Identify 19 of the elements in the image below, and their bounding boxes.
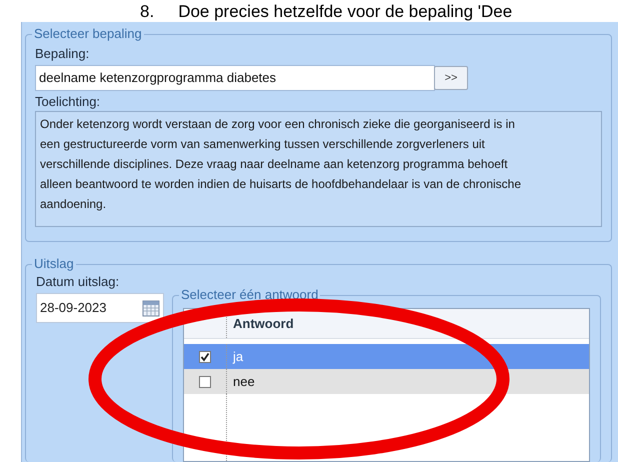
- field-label: Datum uitslag:: [36, 273, 120, 291]
- group-title: Selecteer bepaling: [32, 26, 144, 42]
- instruction-text: Doe precies hetzelfde voor de bepaling 'Dee: [178, 2, 512, 22]
- field-label: Bepaling:: [35, 45, 90, 63]
- column-header: Antwoord: [232, 314, 294, 333]
- calendar-icon[interactable]: [142, 299, 160, 317]
- check-icon: [200, 352, 210, 362]
- table-row[interactable]: nee: [184, 369, 589, 394]
- explanation-text: Onder ketenzorg wordt verstaan de zorg voor een chronisch zieke die georganiseerd is in een gestructureerde vorm van samenwerking tussen verschillende zorgverleners uit verschillende disciplines. Deze vraag naar deelname aan ketenzorg programma behoeft alleen beantwoord te worden indien de huisarts de hoofdbehandelaar is van de chronische aandoening.: [35, 111, 602, 227]
- answer-text: ja: [232, 348, 244, 366]
- browse-button[interactable]: >>: [434, 66, 468, 90]
- step-number: 8.: [140, 2, 154, 22]
- checkbox[interactable]: [199, 350, 211, 362]
- input-field[interactable]: deelname ketenzorgprogramma diabetes: [35, 65, 435, 91]
- group-title: Uitslag: [32, 256, 76, 272]
- answer-text: nee: [232, 372, 255, 391]
- date-field[interactable]: 28-09-2023: [36, 293, 164, 323]
- checkbox[interactable]: [199, 376, 211, 388]
- field-label: Toelichting:: [35, 93, 102, 111]
